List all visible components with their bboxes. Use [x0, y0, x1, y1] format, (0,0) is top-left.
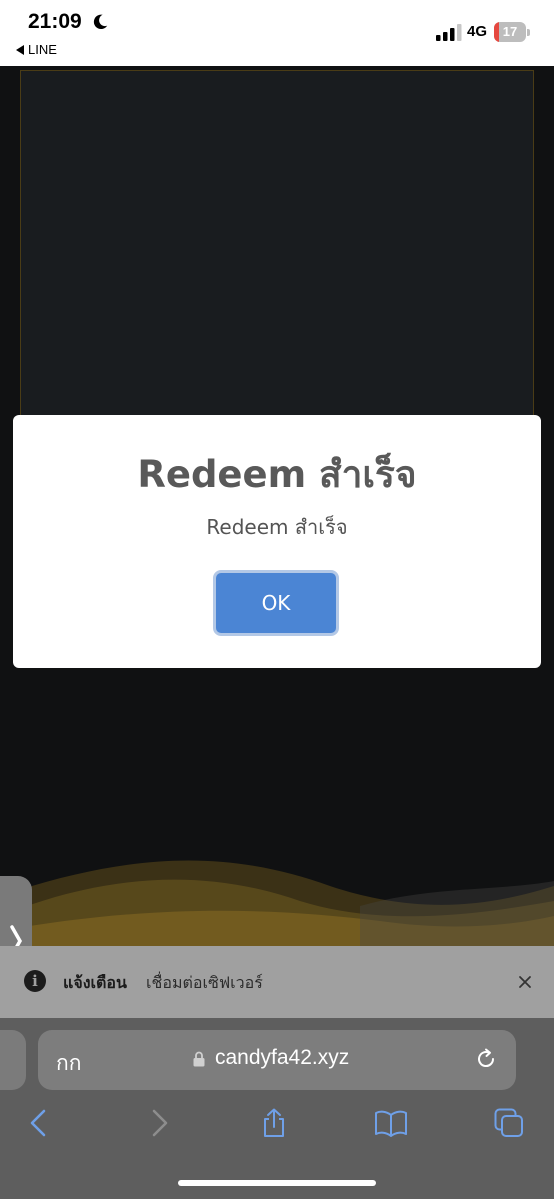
status-bar: 21:09 LINE 4G 17 [0, 0, 554, 66]
network-type: 4G [467, 23, 488, 40]
tabs-icon[interactable] [494, 1108, 524, 1138]
status-time: 21:09 [28, 10, 82, 33]
text-size-button[interactable]: กก [56, 1047, 81, 1080]
home-indicator [178, 1180, 376, 1186]
close-icon[interactable] [516, 973, 534, 991]
back-app-label: LINE [28, 42, 57, 57]
alert-title: Redeem สำเร็จ [137, 453, 417, 496]
previous-tab-peek[interactable] [0, 1030, 26, 1090]
moon-icon [93, 14, 108, 30]
back-triangle-icon [16, 44, 24, 55]
chevron-right-icon[interactable] [144, 1108, 174, 1138]
url-text: candyfa42.xyz [215, 1046, 350, 1069]
reload-icon[interactable] [474, 1047, 498, 1071]
ok-button[interactable]: OK [213, 570, 339, 636]
share-icon[interactable] [259, 1108, 289, 1138]
battery-percent: 17 [502, 24, 518, 39]
alert-dialog: Redeem สำเร็จ Redeem สำเร็จ OK [13, 415, 541, 668]
signal-icon [436, 24, 462, 41]
address-bar[interactable]: กก candyfa42.xyz [38, 1030, 516, 1090]
notification-title: แจ้งเตือน [63, 973, 127, 992]
alert-message: Redeem สำเร็จ [206, 515, 348, 539]
book-icon[interactable] [374, 1108, 408, 1138]
notification-banner: i แจ้งเตือน เชื่อมต่อเซิฟเวอร์ [0, 946, 554, 1018]
notification-text: เชื่อมต่อเซิฟเวอร์ [146, 973, 263, 992]
info-icon: i [24, 970, 46, 992]
lock-icon [193, 1051, 205, 1067]
battery-icon: 17 [494, 22, 530, 42]
back-to-app-link[interactable]: LINE [16, 42, 57, 57]
browser-toolbar: กก candyfa42.xyz [0, 1018, 554, 1199]
chevron-left-icon[interactable] [24, 1108, 54, 1138]
